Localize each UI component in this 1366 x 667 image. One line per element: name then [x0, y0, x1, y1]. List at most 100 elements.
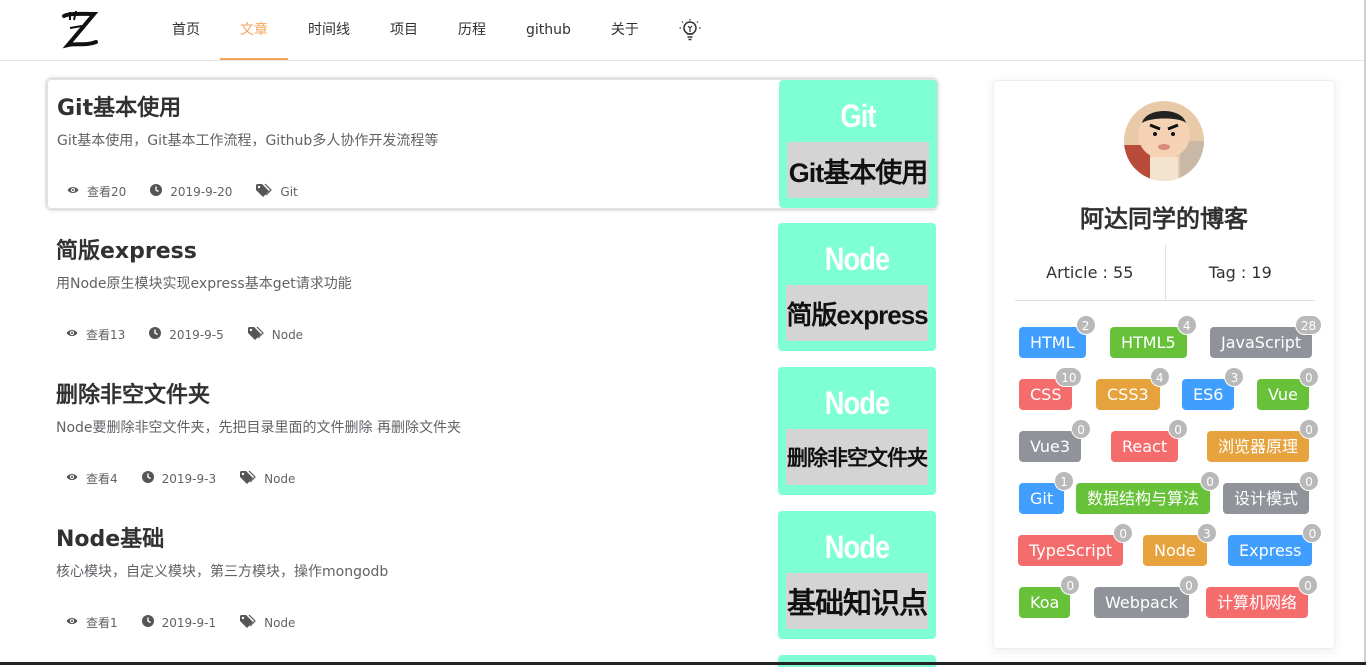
- tag-chip-label[interactable]: HTML5: [1121, 333, 1176, 352]
- article-thumbnail[interactable]: Node 简版express: [778, 223, 936, 351]
- tag-count-badge: 0: [1299, 419, 1320, 439]
- article-title[interactable]: 简版express: [56, 233, 197, 265]
- tag-chip-label[interactable]: Koa: [1030, 593, 1059, 612]
- thumbnail-caption: 基础知识点: [786, 573, 928, 629]
- tag-count[interactable]: Tag : 19: [1166, 245, 1316, 300]
- tag-chip-label[interactable]: JavaScript: [1221, 333, 1301, 352]
- tag-chip[interactable]: Koa 0: [1019, 575, 1081, 618]
- tag-chip-label[interactable]: TypeScript: [1029, 541, 1112, 560]
- tag-chip-label[interactable]: Node: [1154, 541, 1196, 560]
- tag-chip-label[interactable]: Webpack: [1105, 593, 1178, 612]
- article-description: Git基本使用，Git基本工作流程，Github多人协作开发流程等: [57, 133, 439, 149]
- tag-chip-label[interactable]: Git: [1030, 489, 1053, 508]
- article-thumbnail[interactable]: Node 基础知识点: [778, 511, 936, 639]
- tag-chip[interactable]: 浏览器原理 0: [1207, 419, 1320, 462]
- article-title[interactable]: Node基础: [56, 521, 164, 553]
- views-meta: 查看1: [66, 614, 118, 631]
- thumbnail-caption: Git基本使用: [787, 142, 929, 198]
- lightbulb-icon[interactable]: [678, 18, 702, 42]
- tag-chip[interactable]: Node 3: [1143, 523, 1217, 566]
- tag-chip[interactable]: JavaScript 28: [1210, 315, 1323, 358]
- tag-chip[interactable]: HTML 2: [1019, 315, 1096, 358]
- tag-chip[interactable]: Vue3 0: [1019, 419, 1092, 462]
- publish-date: 2019-9-3: [161, 471, 217, 486]
- article-thumbnail[interactable]: Node 删除非空文件夹: [778, 367, 936, 495]
- tag-icon: [240, 614, 264, 631]
- article-card[interactable]: 删除非空文件夹 Node要删除非空文件夹，先把目录里面的文件删除 再删除文件夹 查看…: [47, 367, 937, 497]
- eye-icon: [66, 615, 86, 630]
- nav-item-4[interactable]: 历程: [438, 0, 506, 60]
- tag-chip[interactable]: Git 1: [1019, 471, 1075, 514]
- tag-chip[interactable]: HTML5 4: [1110, 315, 1197, 358]
- article-description: Node要删除非空文件夹，先把目录里面的文件删除 再删除文件夹: [56, 420, 461, 436]
- tag-count-badge: 2: [1075, 315, 1096, 335]
- tag-chip-label[interactable]: Vue: [1268, 385, 1298, 404]
- nav-item-1[interactable]: 文章: [220, 0, 288, 60]
- tag-count-badge: 0: [1302, 523, 1323, 543]
- profile-card: 阿达同学的博客 Article : 55 Tag : 19 HTML 2 HTML5…: [993, 80, 1335, 649]
- tag-count-badge: 0: [1178, 575, 1199, 595]
- tag-meta[interactable]: Node: [240, 614, 295, 631]
- tag-chip-label[interactable]: Express: [1239, 541, 1301, 560]
- tag-chip-label[interactable]: 浏览器原理: [1218, 437, 1298, 456]
- article-card[interactable]: Node基础 核心模块，自定义模块，第三方模块，操作mongodb 查看1 2019-…: [47, 511, 937, 641]
- tag-meta[interactable]: Node: [247, 326, 303, 343]
- tag-chip-label[interactable]: React: [1122, 437, 1167, 456]
- tag-count-badge: 0: [1060, 575, 1081, 595]
- nav-item-3[interactable]: 项目: [370, 0, 438, 60]
- tag-chip[interactable]: Webpack 0: [1094, 575, 1199, 618]
- article-card[interactable]: Git基本使用 Git基本使用，Git基本工作流程，Github多人协作开发流程等…: [47, 79, 937, 209]
- tag-count-badge: 28: [1294, 315, 1323, 335]
- tag-chip-label[interactable]: CSS3: [1107, 385, 1149, 404]
- clock-icon: [141, 615, 162, 630]
- site-logo[interactable]: [56, 8, 100, 52]
- nav-item-0[interactable]: 首页: [152, 0, 220, 60]
- nav-item-6[interactable]: 关于: [591, 0, 659, 60]
- tag-count-badge: 0: [1298, 575, 1319, 595]
- article-title[interactable]: 删除非空文件夹: [56, 377, 210, 409]
- tag-count-badge: 0: [1298, 367, 1319, 387]
- article-card[interactable]: 简版express 用Node原生模块实现express基本get请求功能 查看13…: [47, 223, 937, 353]
- tag-chip[interactable]: Vue 0: [1257, 367, 1319, 410]
- tag-chip[interactable]: 计算机网络 0: [1206, 575, 1319, 618]
- article-thumbnail-partial: [778, 655, 936, 667]
- tag-chip[interactable]: TypeScript 0: [1018, 523, 1134, 566]
- tag-chip-label[interactable]: CSS: [1030, 385, 1061, 404]
- nav-item-2[interactable]: 时间线: [288, 0, 370, 60]
- article-tag[interactable]: Node: [272, 328, 303, 342]
- publish-date: 2019-9-1: [161, 615, 217, 630]
- article-thumbnail[interactable]: Git Git基本使用: [779, 80, 937, 208]
- tag-chip-label[interactable]: Vue3: [1030, 437, 1070, 456]
- tag-icon: [247, 326, 272, 343]
- tag-chip[interactable]: CSS 10: [1019, 367, 1083, 410]
- nav-item-5[interactable]: github: [506, 0, 591, 60]
- tag-chip-label[interactable]: 设计模式: [1234, 489, 1298, 508]
- tag-chip-label[interactable]: 计算机网络: [1217, 593, 1297, 612]
- tag-count-badge: 1: [1054, 471, 1075, 491]
- tag-chip-label[interactable]: ES6: [1193, 385, 1223, 404]
- tag-meta[interactable]: Node: [240, 470, 295, 487]
- blog-name: 阿达同学的博客: [1080, 205, 1248, 233]
- thumbnail-category: Node: [824, 529, 890, 565]
- date-meta: 2019-9-5: [149, 327, 224, 342]
- tag-meta[interactable]: Git: [256, 183, 298, 200]
- tag-chip[interactable]: Express 0: [1228, 523, 1323, 566]
- article-tag[interactable]: Node: [264, 472, 295, 486]
- tag-chip-label[interactable]: HTML: [1030, 333, 1075, 352]
- thumbnail-category: Git: [840, 98, 876, 134]
- tag-chip[interactable]: ES6 3: [1182, 367, 1245, 410]
- article-tag[interactable]: Node: [264, 616, 295, 630]
- tag-chip[interactable]: React 0: [1111, 419, 1189, 462]
- eye-icon: [66, 471, 86, 486]
- article-title[interactable]: Git基本使用: [57, 90, 181, 122]
- article-count[interactable]: Article : 55: [1015, 245, 1165, 300]
- tag-chip-label[interactable]: 数据结构与算法: [1087, 489, 1199, 508]
- eye-icon: [66, 327, 86, 342]
- tag-chip[interactable]: CSS3 4: [1096, 367, 1170, 410]
- article-list: Git基本使用 Git基本使用，Git基本工作流程，Github多人协作开发流程等…: [47, 79, 937, 655]
- article-meta: 查看1 2019-9-1 Node: [66, 614, 319, 631]
- clock-icon: [141, 471, 162, 486]
- tag-chip[interactable]: 数据结构与算法 0: [1076, 471, 1221, 514]
- tag-chip[interactable]: 设计模式 0: [1223, 471, 1320, 514]
- article-tag[interactable]: Git: [280, 185, 297, 199]
